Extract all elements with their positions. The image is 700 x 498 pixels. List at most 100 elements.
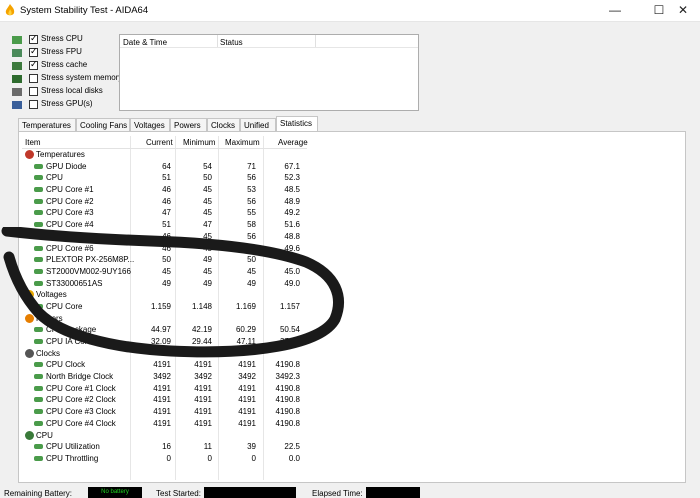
tab-clocks[interactable]: Clocks [207,118,240,132]
stat-row[interactable]: CPU Core #3 Clock 4191 4191 4191 4190.8 [22,406,307,418]
stat-current: 51 [162,173,171,183]
stat-current: 4191 [153,407,171,417]
stress-option-row[interactable]: Stress CPU [12,33,122,47]
cpu-icon [12,36,22,44]
maximum-column-header[interactable]: Maximum [225,138,260,147]
current-column-header[interactable]: Current [146,138,173,147]
stat-current: 4191 [153,383,171,393]
group-row[interactable]: Temperatures [22,149,307,161]
stress-checkbox[interactable] [29,100,38,109]
item-column-header[interactable]: Item [25,138,41,147]
tab-powers[interactable]: Powers [170,118,207,132]
stat-row[interactable]: CPU Core #2 Clock 4191 4191 4191 4190.8 [22,394,307,406]
stress-option-row[interactable]: Stress FPU [12,46,122,60]
minimum-column-header[interactable]: Minimum [183,138,215,147]
tab-unified[interactable]: Unified [240,118,276,132]
stress-option-row[interactable]: Stress local disks [12,86,122,99]
stat-row[interactable]: North Bridge Clock 3492 3492 3492 3492.3 [22,371,307,383]
disk-icon [12,88,22,96]
test-started-value [204,487,296,498]
stat-minimum: 4191 [194,395,212,405]
stress-option-label: Stress CPU [41,34,83,43]
title-bar: System Stability Test - AIDA64 — ☐ ✕ [0,0,700,22]
stat-current: 16 [162,442,171,452]
stat-row[interactable]: CPU Core #3 47 45 55 49.2 [22,207,307,219]
fpu-icon [12,49,22,57]
close-button[interactable]: ✕ [666,1,700,19]
stat-maximum: 4191 [238,407,256,417]
stat-row[interactable]: CPU Core #1 Clock 4191 4191 4191 4190.8 [22,383,307,395]
elapsed-time-label: Elapsed Time: [312,489,363,498]
stat-current: 47 [162,208,171,218]
sensor-icon [34,397,43,403]
test-log-list[interactable]: Date & Time Status [119,34,419,111]
statistics-header-row: Item Current Minimum Maximum Average [22,136,308,149]
stat-label: North Bridge Clock [46,372,114,382]
stress-checkbox[interactable] [29,46,38,57]
stat-minimum: 4191 [194,383,212,393]
stat-average: 3492.3 [275,372,300,382]
stat-label: CPU Core #3 Clock [46,407,116,417]
stat-current: 4191 [153,418,171,428]
stat-label: GPU Diode [46,161,87,171]
stat-minimum: 45 [203,185,212,195]
stat-row[interactable]: CPU Core #2 46 45 56 48.9 [22,196,307,208]
sensor-icon [34,362,43,368]
sensor-icon [34,374,43,380]
stat-average: 48.9 [284,196,300,206]
stat-label: CPU Core #1 Clock [46,383,116,393]
gpu-icon [12,101,22,109]
stat-maximum: 0 [251,453,256,463]
stat-average: 4190.8 [275,395,300,405]
battery-label: Remaining Battery: [4,489,73,498]
stat-row[interactable]: CPU Core #4 Clock 4191 4191 4191 4190.8 [22,418,307,430]
stat-row[interactable]: CPU Throttling 0 0 0 0.0 [22,453,307,465]
minimize-button[interactable]: — [598,1,632,19]
header-divider [120,47,418,48]
stat-row[interactable]: CPU 51 50 56 52.3 [22,172,307,184]
stat-maximum: 39 [247,442,256,452]
stress-checkbox[interactable] [29,33,38,44]
stress-checkbox[interactable] [29,87,38,96]
stress-option-row[interactable]: Stress cache [12,59,122,73]
stat-current: 4191 [153,395,171,405]
stat-label: CPU [46,173,63,183]
average-column-header[interactable]: Average [278,138,308,147]
test-started-label: Test Started: [156,489,201,498]
tab-temperatures[interactable]: Temperatures [18,118,76,132]
stat-row[interactable]: CPU Utilization 16 11 39 22.5 [22,441,307,453]
stat-minimum: 54 [203,161,212,171]
stat-average: 4190.8 [275,407,300,417]
sensor-icon [34,187,43,193]
sensor-icon [34,409,43,415]
stat-minimum: 0 [207,453,212,463]
stat-minimum: 45 [203,208,212,218]
status-column-header[interactable]: Status [220,38,243,47]
stress-option-label: Stress FPU [41,47,82,56]
stat-current: 3492 [153,372,171,382]
stat-average: 0.0 [288,453,300,463]
sensor-icon [34,163,43,169]
stat-average: 49.2 [284,208,300,218]
stat-average: 67.1 [284,161,300,171]
stat-maximum: 55 [247,208,256,218]
tab-voltages[interactable]: Voltages [130,118,170,132]
stress-option-label: Stress local disks [41,86,103,95]
stat-minimum: 45 [203,196,212,206]
stress-checkbox[interactable] [29,59,38,70]
date-time-column-header[interactable]: Date & Time [123,38,167,47]
stat-maximum: 71 [247,161,256,171]
group-row[interactable]: CPU [22,430,307,442]
stress-option-row[interactable]: Stress system memory [12,73,122,86]
stat-label: CPU Throttling [46,453,99,463]
stat-maximum: 4191 [238,418,256,428]
stress-checkbox[interactable] [29,74,38,83]
stress-option-row[interactable]: Stress GPU(s) [12,99,122,112]
tab-cooling-fans[interactable]: Cooling Fans [76,118,130,132]
stat-row[interactable]: GPU Diode 64 54 71 67.1 [22,161,307,173]
stat-average: 4190.8 [275,418,300,428]
stat-row[interactable]: CPU Core #1 46 45 53 48.5 [22,184,307,196]
stress-option-label: Stress system memory [41,73,123,82]
statistics-panel: Item Current Minimum Maximum Average Tem… [1,131,686,483]
stat-maximum: 56 [247,196,256,206]
